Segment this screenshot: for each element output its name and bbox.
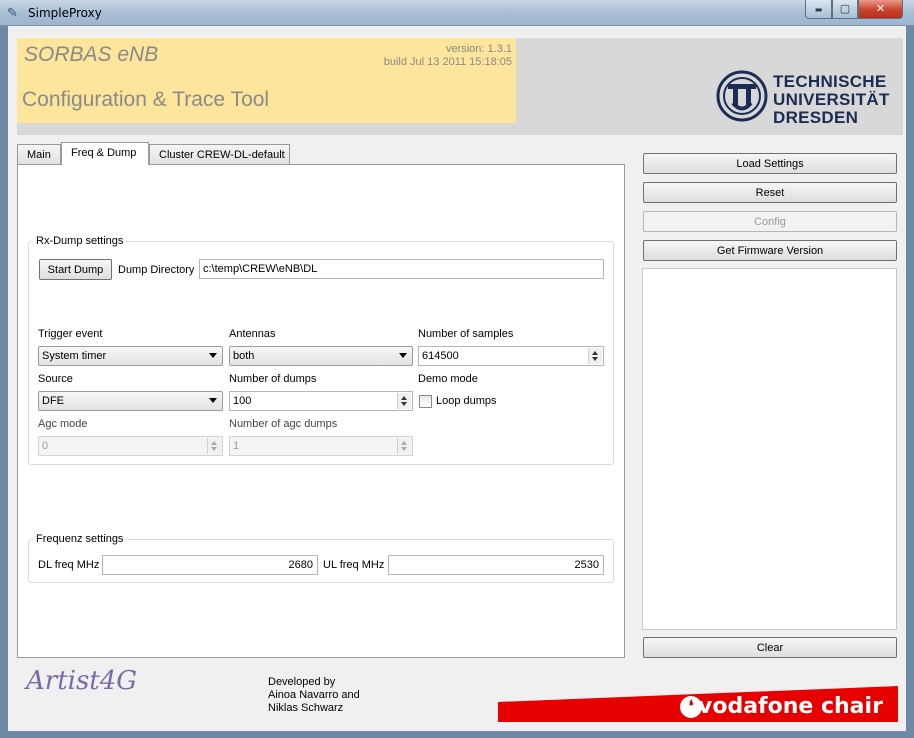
chevron-down-icon [399,353,407,358]
university-line-1: TECHNISCHE [773,72,887,91]
university-line-3: DRESDEN [773,108,859,127]
agc-dumps-value: 1 [233,440,240,452]
arrow-down-icon[interactable] [592,357,598,361]
app-name: SORBAS eNB [24,43,159,66]
source-select[interactable]: DFE [38,391,223,411]
samples-spinbox[interactable]: 614500 [418,346,604,366]
agc-mode-stepper[interactable] [207,438,221,454]
arrow-down-icon[interactable] [211,447,217,451]
version-label: version: 1.3.1 [445,43,512,55]
source-label: Source [38,373,73,385]
credits-line-2: Ainoa Navarro and [268,689,360,701]
get-firmware-version-button[interactable]: Get Firmware Version [643,240,897,261]
frequenz-group-title: Frequenz settings [33,533,127,545]
agc-mode-label: Agc mode [38,418,88,430]
arrow-up-icon[interactable] [401,441,407,445]
agc-dumps-label: Number of agc dumps [229,418,338,430]
antennas-select[interactable]: both [229,346,413,366]
trigger-event-select[interactable]: System timer [38,346,223,366]
trigger-event-label: Trigger event [38,328,103,340]
maximize-icon: ▢ [839,2,851,15]
credits-line-1: Developed by [268,676,336,688]
demo-mode-label: Demo mode [418,373,478,385]
university-line-2: UNIVERSITÄT [773,90,890,109]
tu-dresden-logo-icon [716,70,768,122]
tab-main[interactable]: Main [17,144,61,164]
load-settings-button[interactable]: Load Settings [643,153,897,174]
config-button[interactable]: Config [643,211,897,232]
dump-directory-label: Dump Directory [118,264,195,276]
dumps-spinbox[interactable]: 100 [229,391,413,411]
reset-button[interactable]: Reset [643,182,897,203]
client-area: SORBAS eNB Configuration & Trace Tool ve… [8,26,906,731]
tab-freq-dump[interactable]: Freq & Dump [61,142,149,165]
dumps-stepper[interactable] [397,393,411,409]
ul-freq-label: UL freq MHz [323,559,385,571]
loop-dumps-label[interactable]: Loop dumps [436,395,497,407]
maximize-button[interactable]: ▢ [832,0,858,19]
source-value: DFE [42,395,64,407]
title-bar[interactable]: ✎ SimpleProxy [0,0,914,26]
arrow-up-icon[interactable] [592,351,598,355]
credits-line-3: Niklas Schwarz [268,702,344,714]
tab-cluster[interactable]: Cluster CREW-DL-default [149,144,290,164]
dumps-label: Number of dumps [229,373,317,385]
antennas-value: both [233,350,255,362]
dumps-value: 100 [233,395,252,407]
agc-mode-spinbox[interactable]: 0 [38,436,223,456]
close-icon: ✕ [875,2,886,15]
window-title: SimpleProxy [28,6,102,20]
clear-button[interactable]: Clear [643,637,897,658]
dl-freq-label: DL freq MHz [38,559,100,571]
start-dump-button[interactable]: Start Dump [39,259,112,280]
samples-label: Number of samples [418,328,514,340]
log-output-list[interactable] [642,268,897,630]
minimize-icon: ▬ [814,5,823,14]
minimize-button[interactable]: ▬ [805,0,832,19]
vodafone-chair-logo: vodafone chair [698,694,883,719]
chevron-down-icon [209,353,217,358]
agc-mode-value: 0 [42,440,49,452]
samples-value: 614500 [422,350,459,362]
samples-stepper[interactable] [588,348,602,364]
trigger-event-value: System timer [42,350,107,362]
feather-icon: ✎ [7,5,18,20]
ul-freq-input[interactable]: 2530 [388,555,604,575]
agc-dumps-stepper[interactable] [397,438,411,454]
antennas-label: Antennas [229,328,276,340]
arrow-down-icon[interactable] [401,447,407,451]
dump-directory-input[interactable]: c:\temp\CREW\eNB\DL [199,259,604,279]
artist4g-logo: Artist4G [26,666,138,696]
app-subtitle: Configuration & Trace Tool [22,88,270,111]
agc-dumps-spinbox[interactable]: 1 [229,436,413,456]
arrow-down-icon[interactable] [401,402,407,406]
arrow-up-icon[interactable] [211,441,217,445]
dl-freq-input[interactable]: 2680 [102,555,318,575]
rx-dump-group-title: Rx-Dump settings [33,235,127,247]
close-button[interactable]: ✕ [858,0,903,19]
credits: Developed by Ainoa Navarro and Niklas Sc… [268,676,360,715]
chevron-down-icon [209,398,217,403]
loop-dumps-checkbox[interactable] [419,395,432,408]
arrow-up-icon[interactable] [401,396,407,400]
build-label: build Jul 13 2011 15:18:05 [383,56,512,68]
